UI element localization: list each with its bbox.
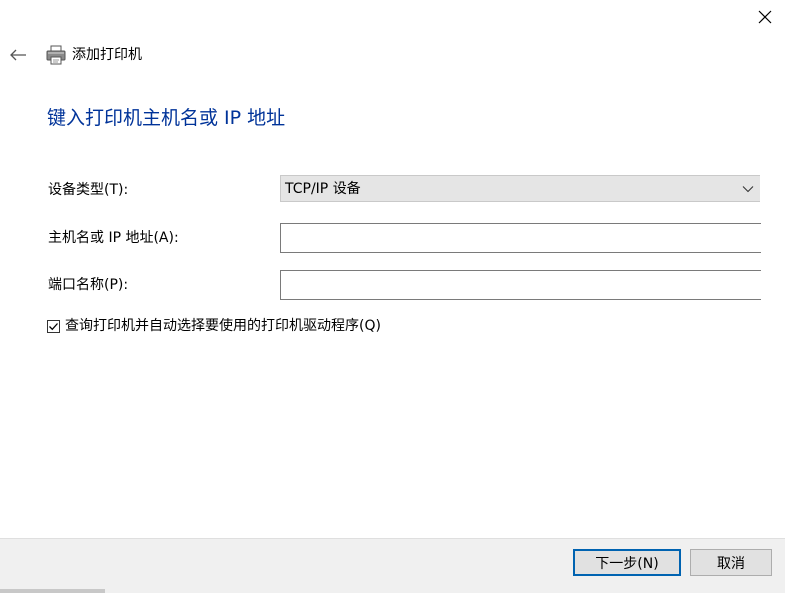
port-name-label: 端口名称(P): bbox=[48, 277, 129, 293]
checkmark-icon bbox=[49, 322, 58, 330]
auto-select-driver-checkbox[interactable] bbox=[47, 319, 60, 333]
auto-select-driver-option[interactable]: 查询打印机并自动选择要使用的打印机驱动程序(Q) bbox=[47, 316, 381, 336]
page-heading: 键入打印机主机名或 IP 地址 bbox=[47, 107, 286, 129]
cancel-button[interactable]: 取消 bbox=[690, 549, 772, 576]
auto-select-driver-label: 查询打印机并自动选择要使用的打印机驱动程序(Q) bbox=[65, 318, 381, 334]
printer-icon bbox=[45, 44, 67, 66]
chevron-down-icon bbox=[738, 179, 758, 199]
window-title: 添加打印机 bbox=[72, 47, 142, 63]
add-printer-dialog: 添加打印机 键入打印机主机名或 IP 地址 设备类型(T): TCP/IP 设备… bbox=[0, 0, 785, 593]
back-button[interactable] bbox=[6, 44, 30, 66]
next-button[interactable]: 下一步(N) bbox=[573, 549, 681, 576]
device-type-label: 设备类型(T): bbox=[48, 182, 129, 198]
hostname-label: 主机名或 IP 地址(A): bbox=[48, 230, 179, 246]
device-type-select[interactable]: TCP/IP 设备 bbox=[280, 175, 760, 202]
arrow-left-icon bbox=[10, 49, 26, 61]
close-icon bbox=[758, 10, 772, 24]
footer-strip bbox=[0, 589, 105, 593]
hostname-input[interactable] bbox=[280, 223, 761, 253]
port-name-input[interactable] bbox=[280, 270, 761, 300]
device-type-value: TCP/IP 设备 bbox=[285, 180, 361, 197]
close-button[interactable] bbox=[750, 4, 780, 30]
